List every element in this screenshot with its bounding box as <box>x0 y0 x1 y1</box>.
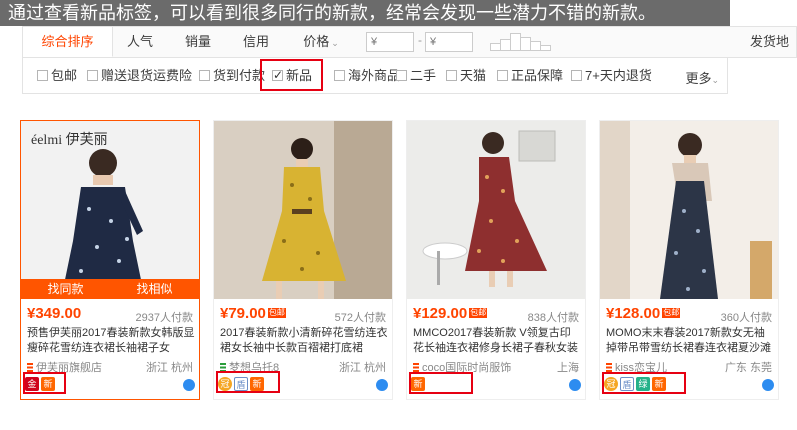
chat-icon[interactable] <box>183 379 195 391</box>
product-title-link[interactable]: MOMO末末春装2017新款女无袖掉带吊带雪纺长裙春连衣裙夏沙滩裙 <box>606 326 774 356</box>
checkbox-icon <box>334 70 345 81</box>
shop-bars-icon <box>413 363 419 372</box>
free-shipping-tag: 包邮 <box>267 308 286 318</box>
product-price: ¥349.00 <box>27 305 82 322</box>
price-range-dash: - <box>418 33 422 47</box>
filter-7day-return[interactable]: 7+天内退货 <box>571 68 652 84</box>
product-title-link[interactable]: 预售伊芙丽2017春装新款女韩版显瘦碎花雪纺连衣裙长袖裙子女 <box>27 326 195 356</box>
price-max-input[interactable] <box>425 32 473 52</box>
highlight-new-badge-4 <box>602 372 686 394</box>
checkbox-icon <box>37 70 48 81</box>
shop-bars-icon <box>27 363 33 372</box>
product-price: ¥129.00 包邮 <box>413 305 488 322</box>
ship-location: 浙江 杭州 <box>338 362 386 374</box>
brand-logo: éelmi 伊芙丽 <box>31 133 108 148</box>
product-card-1[interactable]: éelmi 伊芙丽 找同款 找相似 ¥349.00 2937人付款 预售伊芙丽2… <box>20 120 200 400</box>
checkbox-icon <box>446 70 457 81</box>
find-same-button[interactable]: 找同款 <box>21 279 110 299</box>
highlight-new-filter <box>260 59 323 91</box>
ship-location: 广东 东莞 <box>724 362 772 374</box>
caption-banner: 通过查看新品标签，可以看到很多同行的新款，经常会发现一些潜力不错的新款。 <box>0 0 730 26</box>
sold-count: 360人付款 <box>720 312 772 324</box>
image-action-overlay: 找同款 找相似 <box>21 279 199 299</box>
filter-free-shipping[interactable]: 包邮 <box>37 68 77 84</box>
more-filters-button[interactable]: 更多⌄ <box>685 68 719 87</box>
price-min-input[interactable] <box>366 32 414 52</box>
product-card-3[interactable]: ¥129.00 包邮 838人付款 MMCO2017春装新款 V领复古印花长袖连衣… <box>406 120 586 400</box>
highlight-new-badge-2 <box>216 371 280 393</box>
sort-credit-tab[interactable]: 信用 <box>231 27 281 57</box>
product-card-4[interactable]: ¥128.00 包邮 360人付款 MOMO末末春装2017新款女无袖掉带吊带雪纺… <box>599 120 779 400</box>
sold-count: 838人付款 <box>527 312 579 324</box>
filter-return-insurance[interactable]: 赠送退货运费险 <box>87 68 192 84</box>
product-price: ¥128.00 包邮 <box>606 305 681 322</box>
product-photo-dress-yellow-floral <box>214 121 392 299</box>
product-image[interactable]: éelmi 伊芙丽 找同款 找相似 <box>21 121 199 299</box>
product-image[interactable] <box>214 121 392 299</box>
filter-overseas[interactable]: 海外商品 <box>334 68 400 84</box>
product-title-link[interactable]: 2017春装新款小清新碎花雪纺连衣裙女长袖中长款百褶裙打底裙 <box>220 326 388 356</box>
product-price: ¥79.00 包邮 <box>220 305 286 322</box>
checkbox-icon <box>396 70 407 81</box>
product-title-link[interactable]: MMCO2017春装新款 V领复古印花长袖连衣裙修身长裙子春秋女装 <box>413 326 581 356</box>
sort-bar: 综合排序 人气 销量 信用 价格⌄ - 发货地 <box>22 26 797 58</box>
chevron-down-icon: ⌄ <box>331 38 339 48</box>
chat-icon[interactable] <box>569 379 581 391</box>
highlight-new-badge-3 <box>409 372 473 394</box>
product-photo-dress-red-print <box>407 121 585 299</box>
checkbox-icon <box>497 70 508 81</box>
sold-count: 2937人付款 <box>135 312 193 324</box>
chat-icon[interactable] <box>376 379 388 391</box>
product-card-2[interactable]: ¥79.00 包邮 572人付款 2017春装新款小清新碎花雪纺连衣裙女长袖中长款… <box>213 120 393 400</box>
filter-tmall[interactable]: 天猫 <box>446 68 486 84</box>
ship-location: 浙江 杭州 <box>145 362 193 374</box>
product-photo-dress-slip-navy <box>600 121 778 299</box>
filter-genuine-guarantee[interactable]: 正品保障 <box>497 68 563 84</box>
chevron-down-icon: ⌄ <box>711 75 719 85</box>
sort-popularity-tab[interactable]: 人气 <box>115 27 165 57</box>
sort-sales-tab[interactable]: 销量 <box>173 27 223 57</box>
sort-price-label: 价格 <box>303 34 330 49</box>
sort-comprehensive-tab[interactable]: 综合排序 <box>23 27 113 57</box>
checkbox-icon <box>571 70 582 81</box>
sort-price-tab[interactable]: 价格 ⌄ <box>291 27 351 57</box>
filter-bar: 包邮 赠送退货运费险 货到付款 新品 海外商品 二手 天猫 正品保障 7+天内退… <box>22 58 728 94</box>
checkbox-icon <box>199 70 210 81</box>
filter-cash-on-delivery[interactable]: 货到付款 <box>199 68 265 84</box>
chat-icon[interactable] <box>762 379 774 391</box>
find-similar-button[interactable]: 找相似 <box>110 279 199 299</box>
free-shipping-tag: 包邮 <box>469 308 488 318</box>
product-image[interactable] <box>407 121 585 299</box>
product-image[interactable] <box>600 121 778 299</box>
checkbox-icon <box>87 70 98 81</box>
shop-bars-icon <box>606 363 612 372</box>
shipping-location-label[interactable]: 发货地 <box>750 27 796 57</box>
filter-second-hand[interactable]: 二手 <box>396 68 436 84</box>
free-shipping-tag: 包邮 <box>662 308 681 318</box>
ship-location: 上海 <box>557 362 579 374</box>
price-distribution-chart[interactable] <box>490 33 552 51</box>
sold-count: 572人付款 <box>334 312 386 324</box>
highlight-new-badge-1 <box>23 372 66 394</box>
